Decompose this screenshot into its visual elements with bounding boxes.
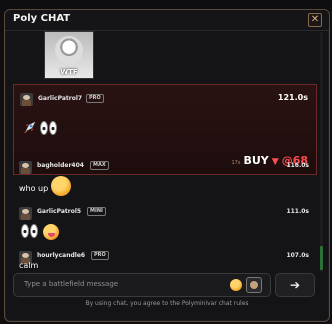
timestamp: 107.0s [286, 252, 309, 259]
chat-message: hourlycandle6 PRO 107.0s calm [13, 248, 317, 270]
rage-face-icon [55, 36, 83, 64]
message-text: who up [19, 184, 49, 193]
username[interactable]: GarlicPatrol5 [37, 208, 81, 215]
tier-badge: MINI [87, 207, 106, 216]
username[interactable]: GarlicPatrol7 [38, 95, 82, 102]
meme-image: WTF [44, 31, 94, 79]
username[interactable]: bagholder404 [37, 162, 84, 169]
emoji-picker-icon[interactable] [230, 279, 242, 291]
chat-message: bagholder404 MAX 116.0s who up [13, 158, 317, 198]
timestamp: 121.0s [277, 93, 308, 102]
scrollbar-thumb[interactable] [320, 246, 323, 270]
sticker-picker-icon[interactable] [246, 277, 262, 293]
chat-rules-notice[interactable]: By using chat, you agree to the Polymini… [5, 300, 329, 307]
tier-badge: PRO [86, 94, 104, 103]
close-button[interactable]: ✕ [308, 13, 322, 27]
titlebar: Poly CHAT ✕ [5, 10, 329, 31]
avatar[interactable] [20, 93, 33, 106]
meme-caption: WTF [60, 68, 78, 76]
message-feed[interactable]: WTF GarlicPatrol7 PRO 121.0s 17s BUY ▼ @… [13, 30, 319, 270]
timestamp: 111.0s [286, 208, 309, 215]
chat-message: GarlicPatrol5 MINI 111.0s [13, 204, 317, 244]
chat-window: Poly CHAT ✕ WTF GarlicPatrol7 PRO 121.0s… [4, 9, 330, 322]
eyes-icon [21, 224, 39, 238]
timestamp: 116.0s [286, 162, 309, 169]
eyes-icon [40, 121, 58, 135]
message-text: calm [19, 261, 39, 270]
avatar[interactable] [19, 161, 32, 174]
rocket-icon [24, 121, 36, 133]
window-title: Poly CHAT [13, 13, 71, 24]
thinking-face-icon [51, 176, 71, 196]
tier-badge: MAX [90, 161, 109, 170]
message-input-box[interactable]: Type a battlefield message [13, 273, 271, 297]
silly-face-icon [43, 224, 59, 240]
tier-badge: PRO [91, 251, 109, 260]
message-input[interactable]: Type a battlefield message [24, 280, 118, 288]
avatar[interactable] [19, 207, 32, 220]
username[interactable]: hourlycandle6 [37, 252, 85, 259]
scrollbar[interactable] [320, 32, 323, 272]
send-button[interactable]: ➔ [275, 273, 315, 297]
